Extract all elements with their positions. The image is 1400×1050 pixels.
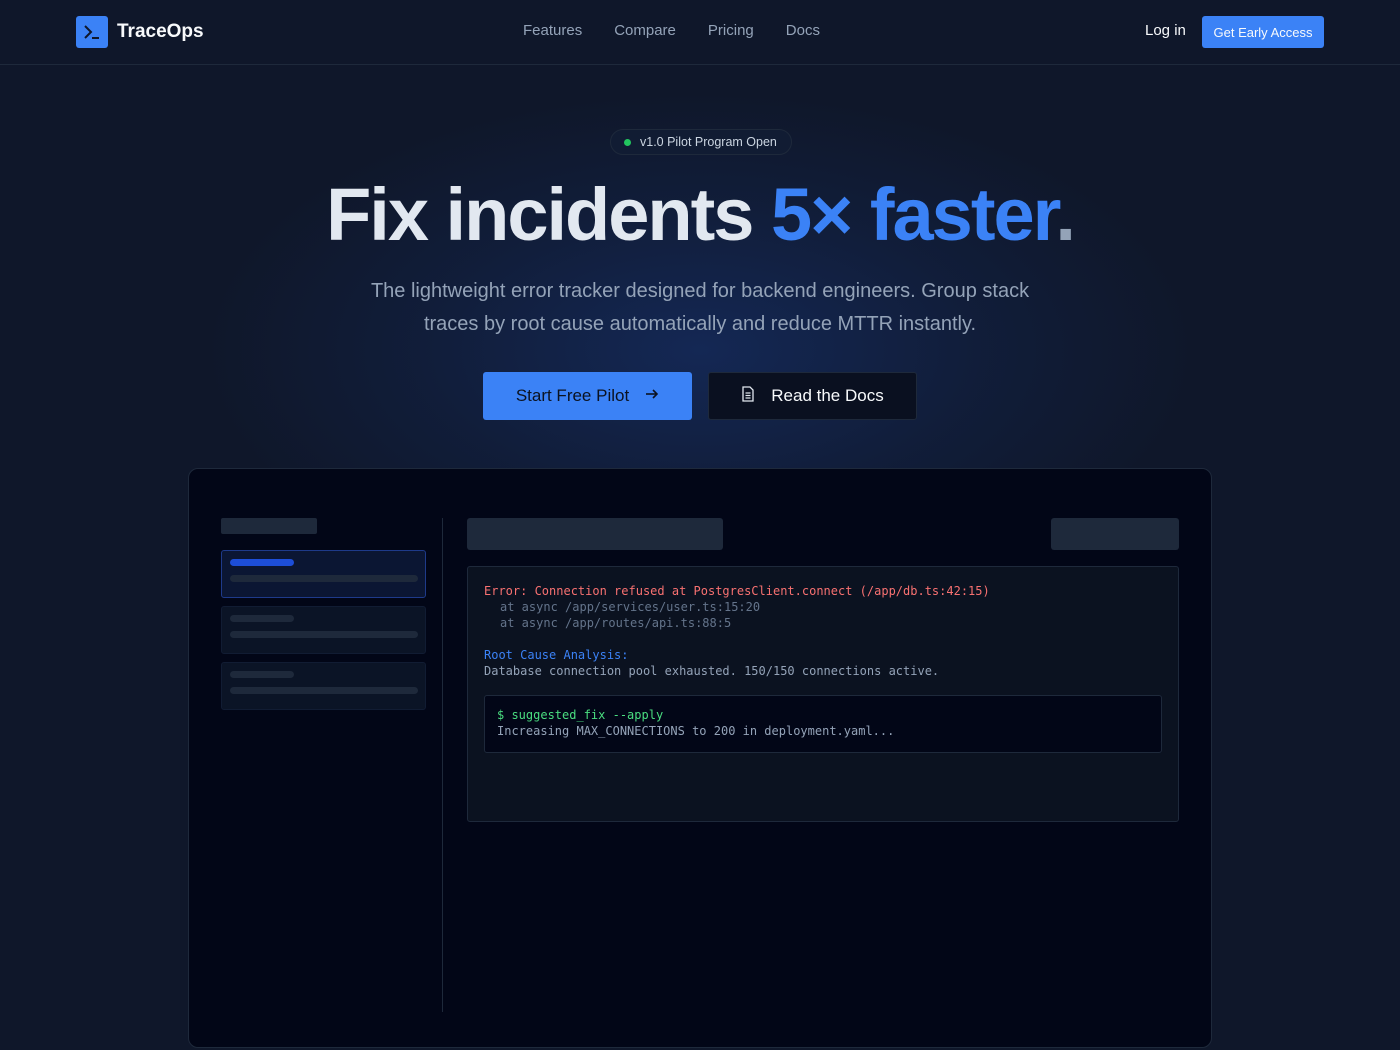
headline-main: Fix incidents: [326, 173, 771, 256]
placeholder-line: [230, 559, 294, 566]
terminal-output: Increasing MAX_CONNECTIONS to 200 in dep…: [497, 724, 895, 738]
headline-dot: .: [1055, 173, 1076, 256]
root-cause-text: Database connection pool exhausted. 150/…: [484, 664, 940, 678]
arrow-right-icon: [645, 386, 659, 406]
start-free-pilot-button[interactable]: Start Free Pilot: [483, 372, 692, 420]
headline-accent: 5× faster: [770, 173, 1057, 256]
nav-link-features[interactable]: Features: [523, 22, 582, 39]
action-placeholder: [1051, 518, 1179, 550]
error-line: Error: Connection refused at PostgresCli…: [484, 584, 990, 598]
header-placeholder: [467, 518, 723, 550]
start-free-pilot-label: Start Free Pilot: [515, 386, 630, 405]
brand-name: TraceOps: [117, 21, 204, 42]
placeholder-line: [230, 575, 418, 582]
error-panel: Error: Connection refused at PostgresCli…: [467, 566, 1179, 822]
hero-headline: Fix incidents 5× faster.: [0, 172, 1400, 257]
sidebar-item[interactable]: [221, 606, 426, 654]
status-dot: [624, 138, 631, 146]
nav-links: Features Compare Pricing Docs: [523, 22, 820, 39]
sidebar-item-active[interactable]: [221, 550, 426, 598]
placeholder-line: [230, 687, 418, 694]
badge-label: v1.0 Pilot Program Open: [640, 135, 777, 149]
document-icon: [741, 385, 755, 407]
sidebar-title-placeholder: [221, 518, 317, 534]
top-nav: TraceOps Features Compare Pricing Docs L…: [0, 0, 1400, 65]
root-cause-label: Root Cause Analysis:: [484, 648, 629, 662]
trace-line: at async /app/routes/api.ts:88:5: [500, 616, 732, 630]
status-badge: v1.0 Pilot Program Open: [610, 129, 792, 155]
terminal-block: $ suggested_fix --apply Increasing MAX_C…: [484, 695, 1162, 753]
read-the-docs-label: Read the Docs: [771, 386, 884, 405]
sidebar-item[interactable]: [221, 662, 426, 710]
sidebar-divider: [442, 518, 443, 1012]
product-mockup: Error: Connection refused at PostgresCli…: [188, 468, 1212, 1048]
nav-link-compare[interactable]: Compare: [614, 22, 676, 39]
login-link[interactable]: Log in: [1145, 22, 1186, 39]
nav-link-pricing[interactable]: Pricing: [708, 22, 754, 39]
read-the-docs-button[interactable]: Read the Docs: [708, 372, 917, 420]
placeholder-line: [230, 671, 294, 678]
get-early-access-button[interactable]: Get Early Access: [1202, 16, 1324, 48]
placeholder-line: [230, 631, 418, 638]
terminal-icon: [76, 16, 108, 48]
terminal-command: $ suggested_fix --apply: [497, 708, 664, 722]
brand[interactable]: TraceOps: [76, 16, 204, 48]
trace-line: at async /app/services/user.ts:15:20: [500, 600, 761, 614]
nav-link-docs[interactable]: Docs: [786, 22, 820, 39]
hero-subtitle: The lightweight error tracker designed f…: [370, 280, 1030, 335]
placeholder-line: [230, 615, 294, 622]
